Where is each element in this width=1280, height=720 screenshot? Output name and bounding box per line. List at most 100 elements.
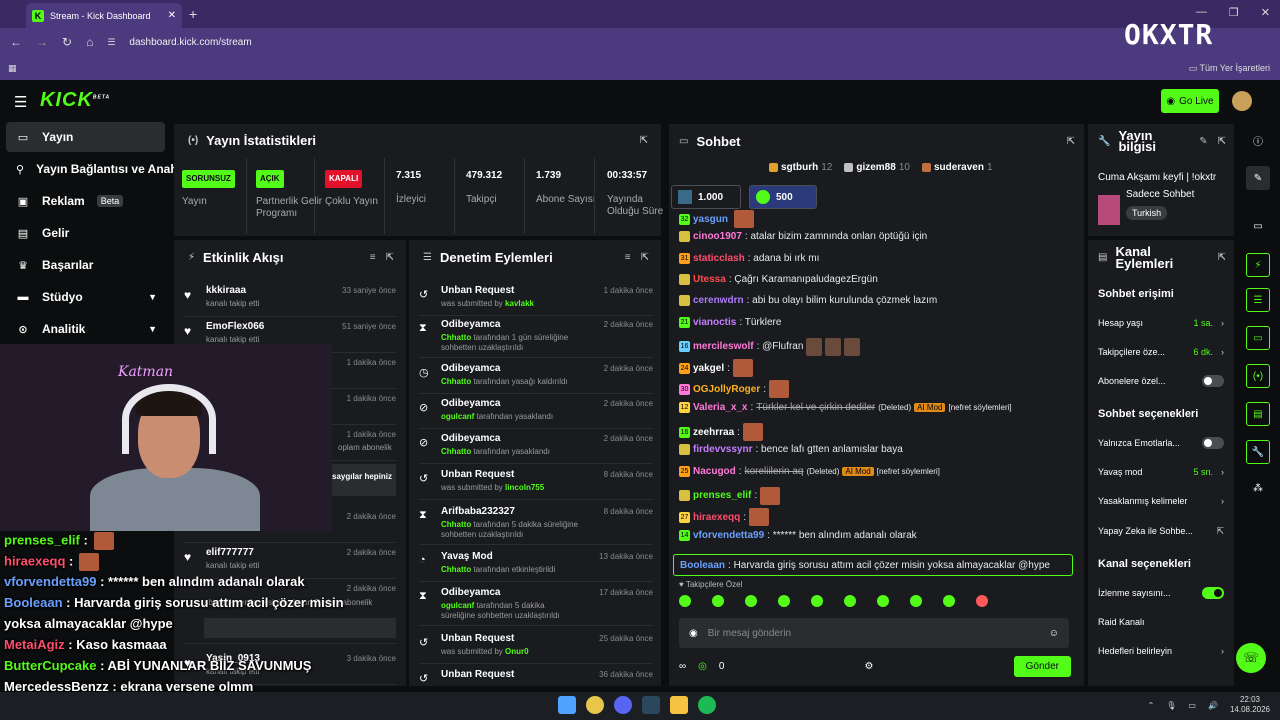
forward-icon[interactable]: → [36, 35, 48, 49]
menu-icon[interactable]: ☰ [14, 93, 27, 111]
chat-input[interactable]: ◉ Bir mesaj gönderin ☺ [679, 618, 1069, 648]
windows-start-icon[interactable] [558, 696, 576, 714]
moderator-name[interactable]: Chhatto [441, 565, 471, 574]
moderator-name[interactable]: Onur0 [505, 647, 529, 656]
settings-icon[interactable]: ⚙ [865, 661, 874, 672]
chat-username[interactable]: cinoo1907 [693, 231, 742, 242]
chat-icon[interactable]: ▭ [1246, 214, 1270, 238]
moderator-name[interactable]: ogulcanf [441, 412, 474, 421]
chat-username[interactable]: firdevvssynr [693, 444, 752, 455]
gift-icon[interactable]: ◉ [689, 628, 698, 639]
sidebar-item-stream-key[interactable]: ⚲ Yayın Bağlantısı ve Anahtar [6, 154, 193, 184]
pinned-message[interactable]: Booleaan: Harvarda giriş sorusu attım ac… [673, 554, 1073, 576]
emote-button[interactable] [811, 595, 823, 607]
emote-button[interactable] [745, 595, 757, 607]
set-goals-button[interactable]: Hedefleri belirleyin › [1098, 640, 1224, 662]
chat-username[interactable]: staticclash [693, 253, 745, 264]
moderator-name[interactable]: Chhatto [441, 520, 471, 529]
avatar[interactable] [1232, 91, 1252, 111]
moderator-name[interactable]: kavlakk [505, 299, 534, 308]
moderator-name[interactable]: lincoln755 [505, 483, 544, 492]
chat-username[interactable]: vianoctis [693, 317, 736, 328]
moderator-name[interactable]: Chhatto [441, 333, 471, 342]
edit-icon[interactable]: ✎ [1246, 166, 1270, 190]
shield-icon[interactable]: ▤ [1246, 402, 1270, 426]
integrations-icon[interactable]: ⁂ [1246, 476, 1270, 500]
browser-tab[interactable]: K Stream - Kick Dashboard ✕ [26, 3, 182, 28]
chat-username[interactable]: vforvendetta99 [693, 530, 764, 541]
emote-button[interactable] [712, 595, 724, 607]
apps-icon[interactable]: ▦ [8, 63, 17, 74]
chat-username[interactable]: prenses_elif [693, 490, 751, 501]
popout-icon[interactable]: ⇱ [641, 252, 649, 263]
go-live-button[interactable]: ◉ Go Live [1161, 89, 1219, 113]
chevron-up-icon[interactable]: ⌃ [1148, 701, 1155, 710]
site-info-icon[interactable]: ☰ [107, 37, 115, 48]
kicks-goal-pill[interactable]: 500 [749, 185, 817, 209]
emote-button[interactable] [877, 595, 889, 607]
moderator-name[interactable]: Chhatto [441, 377, 471, 386]
lightning-icon[interactable]: ⚡ [1246, 253, 1270, 277]
monitor-icon[interactable]: ▭ [1188, 701, 1196, 710]
emote-button[interactable] [943, 595, 955, 607]
home-icon[interactable]: ⌂ [86, 35, 93, 49]
clock[interactable]: 22:03 14.08.2026 [1230, 695, 1270, 715]
popout-icon[interactable]: ⇱ [386, 252, 394, 263]
chat-username[interactable]: Utessa [693, 274, 726, 285]
emote-button[interactable] [679, 595, 691, 607]
popout-icon[interactable]: ⇱ [1067, 136, 1075, 147]
ai-chat-setting[interactable]: Yapay Zeka ile Sohbe... ⇱ [1098, 520, 1224, 542]
view-count-toggle[interactable] [1202, 587, 1224, 599]
send-button[interactable]: Gönder [1013, 655, 1071, 677]
gifter-entry[interactable]: gizem88 10 [844, 162, 910, 173]
spotify-icon[interactable] [698, 696, 716, 714]
tab-close-icon[interactable]: ✕ [168, 10, 176, 21]
maximize-icon[interactable]: ❐ [1229, 6, 1239, 19]
chat-username[interactable]: yasgun [693, 214, 728, 225]
filter-icon[interactable]: ≡ [625, 252, 631, 263]
steam-icon[interactable] [642, 696, 660, 714]
emoji-icon[interactable]: ☺ [1049, 628, 1059, 639]
chat-username[interactable]: Valeria_x_x [693, 402, 748, 413]
list-icon[interactable]: ☰ [1246, 288, 1270, 312]
gifter-entry[interactable]: sgtburh 12 [769, 162, 832, 173]
discord-icon[interactable] [614, 696, 632, 714]
popout-icon[interactable]: ⇱ [1218, 136, 1226, 147]
emotes-only-toggle[interactable] [1202, 437, 1224, 449]
chat-username[interactable]: hiraexeqq [693, 512, 740, 523]
popout-icon[interactable]: ⇱ [1218, 252, 1226, 264]
help-icon[interactable]: ☏ [1236, 643, 1266, 673]
filter-icon[interactable]: ≡ [370, 252, 376, 263]
kicks-goal-pill[interactable]: 1.000 [671, 185, 741, 209]
sidebar-item-analytics[interactable]: ⊙ Analitik ▼ [6, 314, 165, 344]
info-icon[interactable]: ⓘ [1246, 128, 1270, 152]
new-tab-icon[interactable]: + [189, 6, 197, 22]
emote-button[interactable] [976, 595, 988, 607]
chat-username[interactable]: OGJollyRoger [693, 384, 760, 395]
sidebar-item-achievements[interactable]: ♛ Başarılar [6, 250, 165, 280]
gifter-entry[interactable]: suderaven 1 [921, 162, 993, 173]
chat-username[interactable]: Nacugod [693, 466, 736, 477]
wrench-icon[interactable]: 🔧 [1246, 440, 1270, 464]
followers-only-setting[interactable]: Takipçilere öze... 6 dk. › [1098, 341, 1224, 363]
banned-words-setting[interactable]: Yasaklanmış kelimeler › [1098, 490, 1224, 512]
sidebar-item-ads[interactable]: ▣ Reklam Beta [6, 186, 165, 216]
close-window-icon[interactable]: ✕ [1261, 6, 1270, 19]
slow-mode-setting[interactable]: Yavaş mod 5 sn. › [1098, 461, 1224, 483]
kick-logo[interactable]: KICKBETA [40, 89, 110, 112]
chat-username[interactable]: zeehrraa [693, 427, 734, 438]
volume-icon[interactable]: 🔊 [1208, 701, 1218, 710]
chat-username[interactable]: mercileswolf [693, 341, 754, 352]
url-field[interactable]: dashboard.kick.com/stream [129, 37, 251, 48]
raid-channel-button[interactable]: Raid Kanalı [1098, 611, 1224, 633]
sidebar-item-stream[interactable]: ▭ Yayın [6, 122, 165, 152]
edit-icon[interactable]: ✎ [1199, 136, 1207, 147]
chrome-icon[interactable] [586, 696, 604, 714]
all-bookmarks[interactable]: ▭ Tüm Yer İşaretleri [1189, 63, 1270, 74]
sidebar-item-studio[interactable]: ▬ Stüdyo ▼ [6, 282, 165, 312]
message-icon[interactable]: ▭ [1246, 326, 1270, 350]
chat-username[interactable]: yakgel [693, 363, 724, 374]
account-age-setting[interactable]: Hesap yaşı 1 sa. › [1098, 312, 1224, 334]
infinity-icon[interactable]: ∞ [679, 661, 686, 672]
emote-button[interactable] [778, 595, 790, 607]
